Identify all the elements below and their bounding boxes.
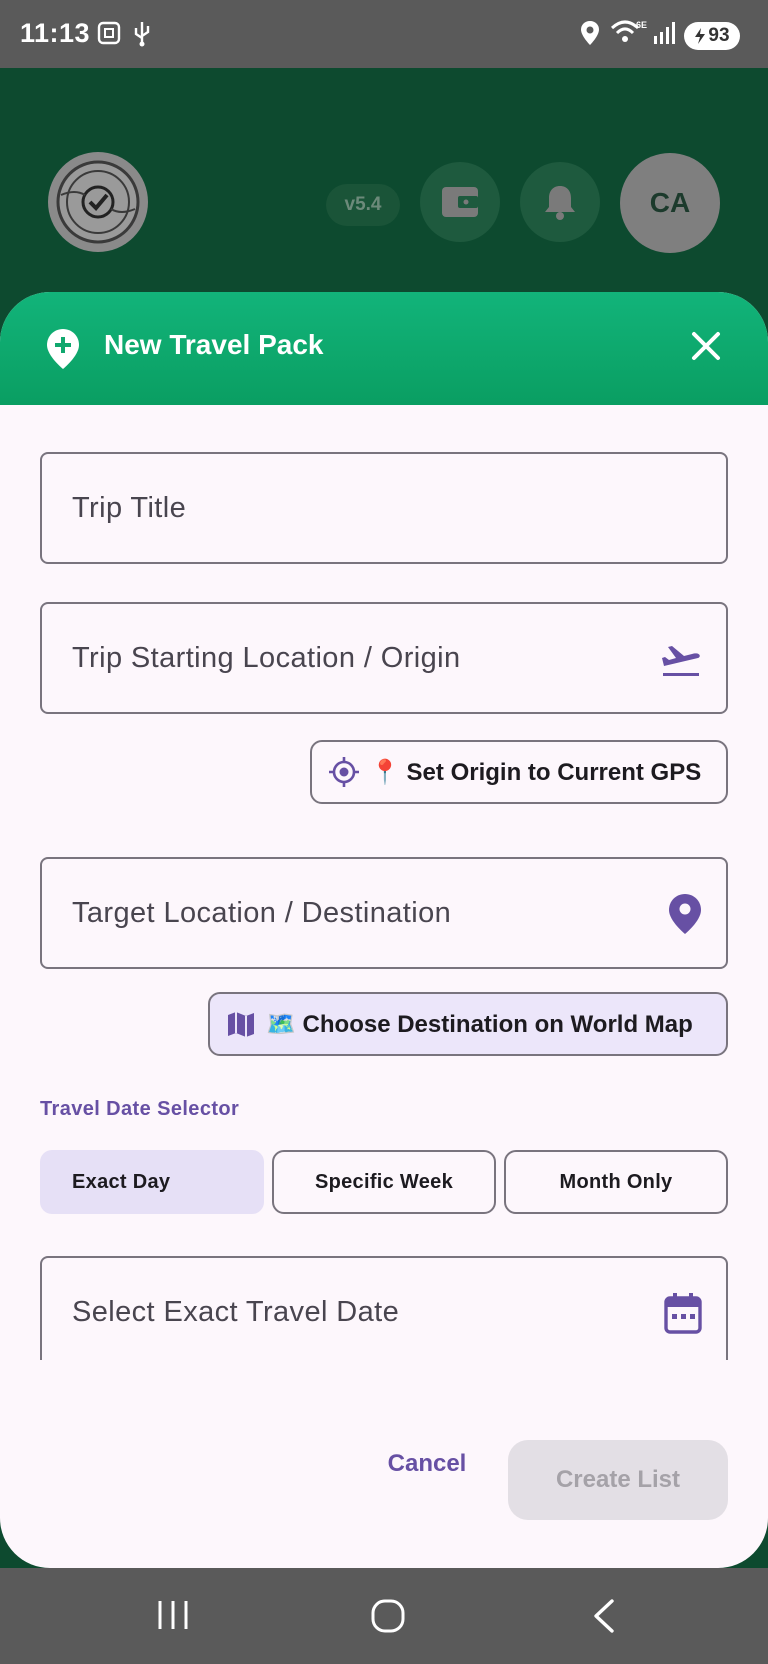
back-button[interactable] [590, 1598, 618, 1639]
origin-placeholder: Trip Starting Location / Origin [72, 642, 461, 674]
date-mode-specific-week[interactable]: Specific Week [272, 1150, 496, 1214]
choose-destination-map-label: 🗺️ Choose Destination on World Map [266, 1010, 693, 1038]
destination-placeholder: Target Location / Destination [72, 897, 452, 929]
home-icon [371, 1599, 405, 1633]
new-travel-pack-dialog: New Travel Pack Trip Title Trip Starting… [0, 292, 768, 1568]
flight-takeoff-icon [660, 638, 702, 685]
date-mode-month-only[interactable]: Month Only [504, 1150, 728, 1214]
charging-icon [695, 28, 706, 44]
trip-title-field[interactable]: Trip Title [40, 452, 728, 564]
date-mode-exact-day[interactable]: Exact Day [40, 1150, 264, 1214]
recent-apps-button[interactable] [156, 1598, 190, 1637]
bell-icon [545, 186, 575, 220]
location-pin-icon [668, 893, 702, 940]
svg-text:6E: 6E [636, 20, 647, 30]
notifications-button[interactable] [520, 162, 600, 242]
exact-travel-date-field[interactable]: Select Exact Travel Date [40, 1256, 728, 1360]
status-time: 11:13 [20, 18, 91, 48]
version-badge: v5.4 [326, 184, 400, 226]
destination-field[interactable]: Target Location / Destination [40, 857, 728, 969]
pack-list-stamp-icon [56, 160, 140, 244]
trip-title-placeholder: Trip Title [72, 492, 187, 524]
close-button[interactable] [686, 326, 726, 366]
create-list-button[interactable]: Create List [508, 1440, 728, 1520]
close-icon [692, 332, 720, 360]
map-icon [228, 1012, 254, 1037]
add-location-icon [46, 328, 80, 375]
gps-target-icon [329, 757, 359, 787]
dialog-header: New Travel Pack [0, 292, 768, 405]
signal-icon [652, 20, 678, 51]
travel-date-selector-label: Travel Date Selector [40, 1098, 240, 1120]
home-button[interactable] [370, 1598, 406, 1639]
calendar-icon [664, 1292, 702, 1339]
exact-travel-date-placeholder: Select Exact Travel Date [72, 1296, 400, 1328]
back-icon [594, 1599, 614, 1633]
avatar[interactable]: CA [620, 153, 720, 253]
cancel-button[interactable]: Cancel [372, 1440, 482, 1488]
set-origin-gps-button[interactable]: 📍 Set Origin to Current GPS [310, 740, 728, 804]
battery-indicator: 93 [684, 22, 740, 50]
recent-apps-icon [158, 1601, 188, 1629]
origin-field[interactable]: Trip Starting Location / Origin [40, 602, 728, 714]
wifi-icon: 6E [610, 18, 650, 53]
choose-destination-map-button[interactable]: 🗺️ Choose Destination on World Map [208, 992, 728, 1056]
set-origin-gps-label: 📍 Set Origin to Current GPS [370, 758, 702, 786]
wallet-button[interactable] [420, 162, 500, 242]
wallet-icon [442, 187, 478, 217]
dialog-title: New Travel Pack [104, 329, 324, 360]
location-icon [580, 20, 600, 51]
battery-level: 93 [708, 25, 730, 46]
usb-icon [132, 20, 152, 53]
system-nav-bar [0, 1568, 768, 1664]
app-logo[interactable] [48, 152, 148, 252]
screenshot-icon [96, 20, 122, 51]
status-bar: 11:13 6E 93 [0, 0, 768, 68]
